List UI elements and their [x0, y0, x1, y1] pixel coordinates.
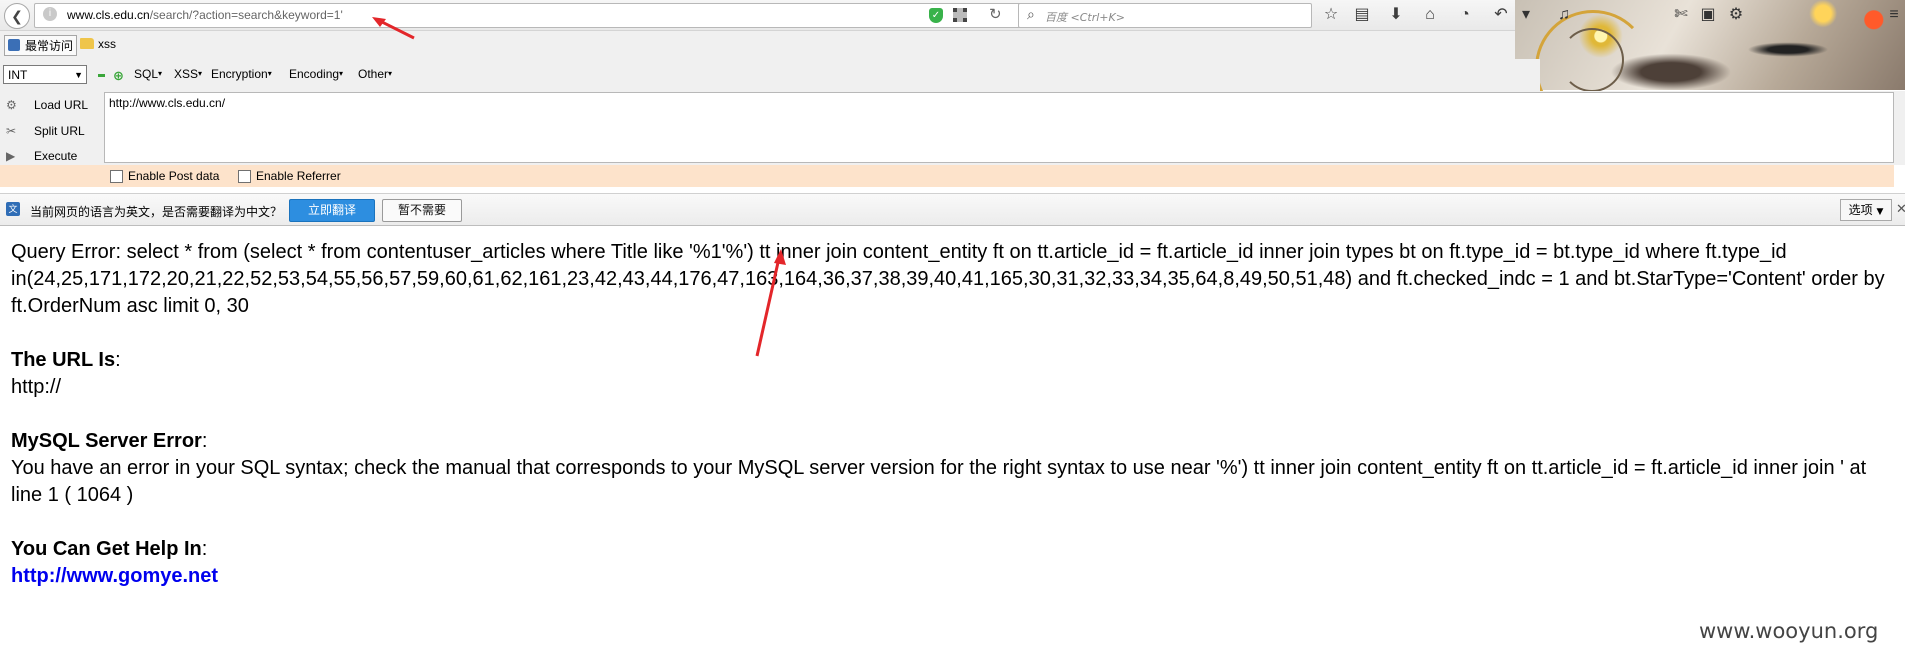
annotation-arrows	[372, 17, 786, 357]
annotation-arrow-url	[372, 17, 415, 40]
annotation-arrow-query	[755, 249, 786, 357]
arrow-head	[774, 249, 786, 265]
arrow-shaft	[755, 257, 781, 357]
arrow-shaft	[377, 18, 415, 40]
